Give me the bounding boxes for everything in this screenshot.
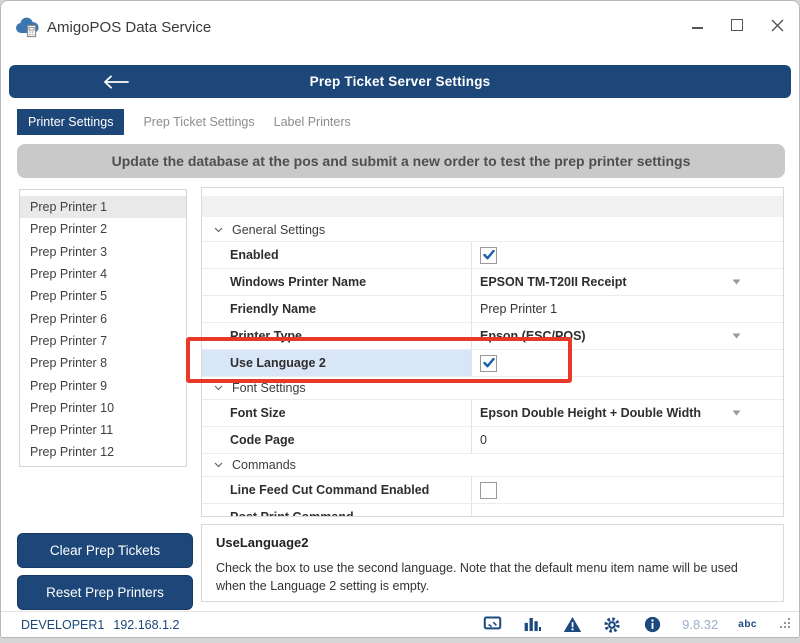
printer-list-item[interactable]: Prep Printer 8	[20, 352, 186, 374]
setting-row: Friendly Name Prep Printer 1	[202, 296, 783, 323]
reset-prep-printers-button[interactable]: Reset Prep Printers	[17, 575, 193, 610]
text-field[interactable]: 0	[472, 427, 783, 453]
info-icon[interactable]	[642, 616, 662, 634]
chevron-down-icon	[214, 385, 223, 391]
ip-address: 192.168.1.2	[113, 618, 179, 632]
group-header-general-settings[interactable]: General Settings	[202, 219, 783, 242]
version-label: 9.8.32	[682, 617, 718, 632]
setting-row: Post Print Command	[202, 504, 783, 517]
tab-printer-settings[interactable]: Printer Settings	[17, 109, 124, 135]
display-icon[interactable]	[482, 616, 502, 634]
settings-gear-icon[interactable]	[602, 616, 622, 634]
help-text: Check the box to use the second language…	[216, 559, 769, 595]
group-header-font-settings[interactable]: Font Settings	[202, 377, 783, 400]
checkmark-icon	[483, 358, 495, 368]
close-button[interactable]	[769, 17, 785, 33]
dropdown-value: Epson Double Height + Double Width	[480, 406, 701, 420]
title-bar: AmigoPOS Data Service	[1, 1, 799, 57]
setting-help-panel: UseLanguage2 Check the box to use the se…	[201, 524, 784, 602]
clear-prep-tickets-button[interactable]: Clear Prep Tickets	[17, 533, 193, 568]
setting-label: Printer Type	[202, 323, 472, 349]
dropdown-caret-icon	[732, 333, 741, 339]
group-header-commands[interactable]: Commands	[202, 454, 783, 477]
printer-list-item[interactable]: Prep Printer 10	[20, 397, 186, 419]
back-button[interactable]	[99, 70, 133, 94]
app-title: AmigoPOS Data Service	[47, 19, 211, 36]
setting-label: Enabled	[202, 242, 472, 268]
dropdown-field[interactable]: EPSON TM-T20II Receipt	[472, 269, 783, 295]
bar-chart-icon[interactable]	[522, 616, 542, 634]
setting-row: Font Size Epson Double Height + Double Wi…	[202, 400, 783, 427]
printer-list-item[interactable]: Prep Printer 11	[20, 419, 186, 441]
grid-header-strip	[202, 196, 783, 217]
status-bar: DEVELOPER1 192.168.1.2	[1, 611, 799, 637]
app-window: AmigoPOS Data Service Prep Ticket Server…	[0, 0, 800, 638]
setting-label: Post Print Command	[202, 504, 472, 517]
printer-list-item[interactable]: Prep Printer 3	[20, 241, 186, 263]
app-logo-cloud-icon	[14, 16, 42, 42]
checkbox[interactable]	[480, 247, 497, 264]
group-label: General Settings	[232, 223, 325, 237]
minimize-button[interactable]	[689, 17, 705, 33]
printer-list-item[interactable]: Prep Printer 4	[20, 263, 186, 285]
setting-label: Windows Printer Name	[202, 269, 472, 295]
dropdown-caret-icon	[732, 279, 741, 285]
maximize-button[interactable]	[729, 17, 745, 33]
info-banner: Update the database at the pos and submi…	[17, 144, 785, 178]
setting-row: Enabled	[202, 242, 783, 269]
setting-label: Line Feed Cut Command Enabled	[202, 477, 472, 503]
setting-row: Use Language 2	[202, 350, 783, 377]
chevron-down-icon	[214, 227, 223, 233]
tab-prep-ticket-settings[interactable]: Prep Ticket Settings	[143, 115, 254, 129]
printer-list: Prep Printer 1Prep Printer 2Prep Printer…	[19, 189, 187, 467]
alerts-icon[interactable]	[562, 616, 582, 634]
settings-grid: General Settings EnabledWindows Printer N…	[201, 187, 784, 517]
setting-row: Code Page 0	[202, 427, 783, 454]
checkbox[interactable]	[480, 482, 497, 499]
abc-spellcheck-icon[interactable]: abc	[738, 619, 757, 630]
dropdown-field[interactable]: Epson (ESC/POS)	[472, 323, 783, 349]
checkbox[interactable]	[480, 355, 497, 372]
group-label: Font Settings	[232, 381, 306, 395]
connection-info: DEVELOPER1 192.168.1.2	[21, 618, 179, 632]
setting-label: Use Language 2	[202, 350, 472, 376]
checkmark-icon	[483, 250, 495, 260]
chevron-down-icon	[214, 462, 223, 468]
resize-grip[interactable]	[779, 616, 791, 634]
setting-label: Friendly Name	[202, 296, 472, 322]
text-value: Prep Printer 1	[480, 302, 557, 316]
help-title: UseLanguage2	[216, 535, 769, 550]
dropdown-value: Epson (ESC/POS)	[480, 329, 586, 343]
text-value: 0	[480, 433, 487, 447]
printer-list-item[interactable]: Prep Printer 7	[20, 330, 186, 352]
printer-list-item[interactable]: Prep Printer 9	[20, 374, 186, 396]
dropdown-value: EPSON TM-T20II Receipt	[480, 275, 627, 289]
tab-strip: Printer Settings Prep Ticket Settings Labe…	[17, 108, 351, 135]
setting-label: Code Page	[202, 427, 472, 453]
dropdown-field[interactable]: Epson Double Height + Double Width	[472, 400, 783, 426]
printer-list-item[interactable]: Prep Printer 5	[20, 285, 186, 307]
dropdown-caret-icon	[732, 410, 741, 416]
setting-row: Printer Type Epson (ESC/POS)	[202, 323, 783, 350]
page-header: Prep Ticket Server Settings	[9, 65, 791, 98]
setting-row: Windows Printer Name EPSON TM-T20II Recei…	[202, 269, 783, 296]
host-name: DEVELOPER1	[21, 618, 104, 632]
tab-label-printers[interactable]: Label Printers	[274, 115, 351, 129]
printer-list-item[interactable]: Prep Printer 1	[20, 196, 186, 218]
printer-list-item[interactable]: Prep Printer 2	[20, 218, 186, 240]
group-label: Commands	[232, 458, 296, 472]
left-arrow-icon	[103, 75, 129, 89]
text-field[interactable]	[472, 504, 783, 517]
setting-row: Line Feed Cut Command Enabled	[202, 477, 783, 504]
setting-label: Font Size	[202, 400, 472, 426]
printer-list-item[interactable]: Prep Printer 12	[20, 441, 186, 463]
text-field[interactable]: Prep Printer 1	[472, 296, 783, 322]
printer-list-item[interactable]: Prep Printer 6	[20, 307, 186, 329]
